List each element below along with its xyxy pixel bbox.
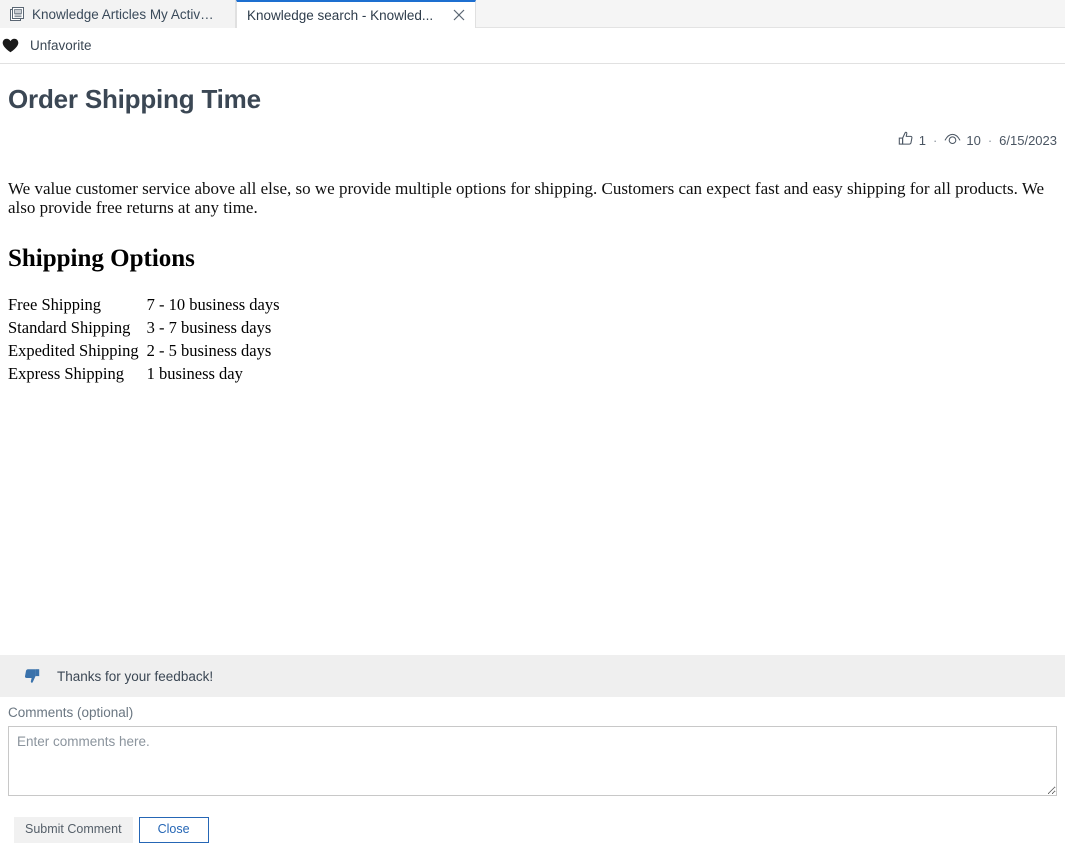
article-container: Order Shipping Time 1 · 10 · 6/15/2023 [0,66,1065,387]
browser-tab-label: Knowledge Articles My Active ... [32,7,221,22]
shipping-options-table: Free Shipping 7 - 10 business days Stand… [8,295,286,387]
comment-actions: Submit Comment Close [0,817,209,843]
feedback-message: Thanks for your feedback! [57,669,213,684]
table-row: Free Shipping 7 - 10 business days [8,295,286,318]
browser-tab-knowledge-articles[interactable]: Knowledge Articles My Active ... [0,0,236,28]
eye-icon [944,133,961,149]
thumbs-down-filled-icon [22,667,41,686]
feedback-bar: Thanks for your feedback! [0,655,1065,697]
view-count: 10 [966,133,980,148]
shipping-option-name: Expedited Shipping [8,341,147,364]
shipping-options-table-body: Free Shipping 7 - 10 business days Stand… [8,295,286,387]
meta-separator-1: · [932,133,938,148]
table-row: Expedited Shipping 2 - 5 business days [8,341,286,364]
heart-filled-icon [2,38,20,54]
shipping-option-name: Free Shipping [8,295,147,318]
view-count-group: 10 [944,133,980,149]
shipping-option-duration: 2 - 5 business days [147,341,286,364]
shipping-option-duration: 3 - 7 business days [147,318,286,341]
thumbs-up-icon [898,131,914,150]
table-row: Standard Shipping 3 - 7 business days [8,318,286,341]
like-count-group[interactable]: 1 [898,131,926,150]
table-row: Express Shipping 1 business day [8,364,286,387]
meta-separator-2: · [987,133,993,148]
submit-comment-button[interactable]: Submit Comment [14,817,133,843]
article-meta-row: 1 · 10 · 6/15/2023 [0,131,1065,150]
comments-input[interactable] [8,726,1057,796]
article-body: We value customer service above all else… [0,180,1065,387]
comments-section: Comments (optional) [0,705,1065,796]
section-heading-shipping-options: Shipping Options [8,245,1065,273]
like-count: 1 [919,133,926,148]
close-button[interactable]: Close [139,817,209,843]
shipping-option-name: Standard Shipping [8,318,147,341]
shipping-option-name: Express Shipping [8,364,147,387]
browser-tab-strip: Knowledge Articles My Active ... Knowled… [0,0,1065,28]
unfavorite-button[interactable]: Unfavorite [0,38,98,54]
close-icon[interactable] [451,7,467,23]
comments-label: Comments (optional) [8,705,1065,720]
page-title: Order Shipping Time [8,84,1065,115]
unfavorite-label: Unfavorite [30,38,92,53]
shipping-option-duration: 1 business day [147,364,286,387]
favorite-bar: Unfavorite [0,28,1065,64]
browser-tab-label: Knowledge search - Knowled... [247,8,433,23]
article-document-icon [10,7,24,21]
shipping-option-duration: 7 - 10 business days [147,295,286,318]
browser-tab-knowledge-search[interactable]: Knowledge search - Knowled... [236,0,476,28]
article-paragraph: We value customer service above all else… [8,180,1065,217]
article-date: 6/15/2023 [999,133,1057,148]
